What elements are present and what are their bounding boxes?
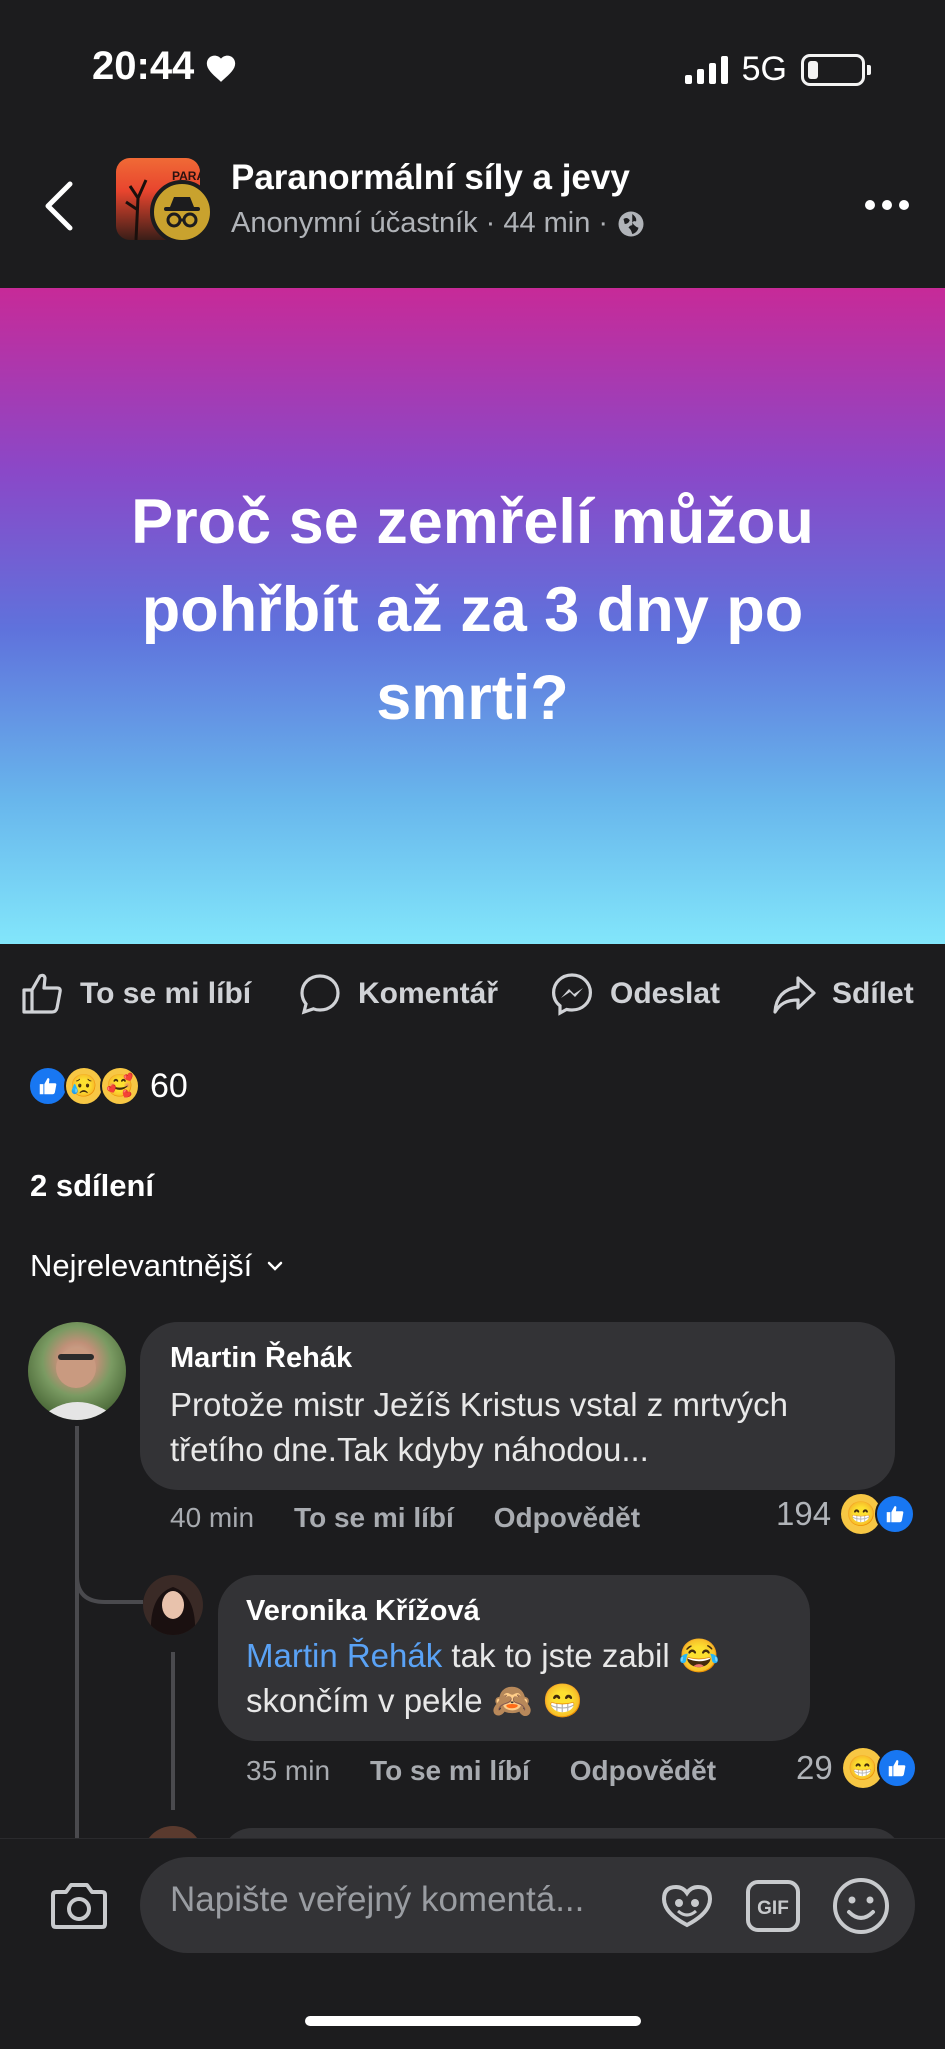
like-reaction-icon <box>875 1494 916 1534</box>
sort-label: Nejrelevantnější <box>30 1248 253 1283</box>
signal-icon <box>684 55 728 84</box>
comment-bubble[interactable]: Martin Řehák Protože mistr Ježíš Kristus… <box>140 1322 895 1490</box>
thread-line <box>171 1652 175 1810</box>
avatar[interactable] <box>143 1575 203 1635</box>
like-label: To se mi líbí <box>80 977 252 1010</box>
comment-like-button[interactable]: To se mi líbí <box>370 1755 530 1787</box>
status-indicators: 5G <box>684 50 871 89</box>
comment-time: 40 min <box>170 1502 255 1533</box>
network-label: 5G <box>741 50 787 88</box>
post-actions: To se mi líbí Komentář Odeslat Sdílet <box>0 966 945 1022</box>
more-options-icon[interactable] <box>865 200 909 210</box>
svg-text:GIF: GIF <box>757 1898 789 1919</box>
post-background: Proč se zemřelí můžou pohřbít až za 3 dn… <box>0 288 945 944</box>
comment-reaction-count: 194 <box>776 1495 832 1532</box>
anonymous-icon <box>150 180 214 244</box>
chevron-down-icon <box>268 1261 283 1271</box>
comment-author[interactable]: Martin Řehák <box>170 1342 352 1375</box>
like-reaction-icon <box>876 1748 917 1788</box>
meta-separator: · <box>485 207 496 239</box>
care-reaction-icon: 🥰 <box>100 1066 140 1106</box>
group-name[interactable]: Paranormální síly a jevy <box>231 158 630 198</box>
shares-count[interactable]: 2 sdílení <box>30 1168 154 1204</box>
avatar[interactable] <box>28 1322 126 1420</box>
meta-separator: · <box>598 207 609 239</box>
comment-text-span: tak to jste zabil 😂 <box>442 1637 720 1674</box>
comment-meta: 35 min To se mi líbí Odpovědět <box>246 1755 716 1787</box>
post-time[interactable]: 44 min <box>503 207 590 240</box>
status-time: 20:44 <box>92 44 238 89</box>
comment-text-line: skončím v pekle 🙈 😁 <box>246 1682 584 1719</box>
camera-icon[interactable] <box>50 1880 108 1930</box>
post-meta: Anonymní účastník · 44 min · <box>231 207 646 240</box>
comment-reactions[interactable]: 29 😁 <box>796 1748 917 1788</box>
comment-reply-button[interactable]: Odpovědět <box>494 1502 640 1534</box>
comment-text: Martin Řehák tak to jste zabil 😂 skončím… <box>246 1633 720 1723</box>
reaction-count: 60 <box>150 1066 188 1105</box>
post-text: Proč se zemřelí můžou pohřbít až za 3 dn… <box>131 487 814 733</box>
comment-reaction-count: 29 <box>796 1749 833 1786</box>
comment-text-line: třetího dne.Tak kdyby náhodou... <box>170 1431 649 1468</box>
send-label: Odeslat <box>610 977 721 1010</box>
mention-link[interactable]: Martin Řehák <box>246 1637 442 1674</box>
comment-bubble[interactable]: Veronika Křížová Martin Řehák tak to jst… <box>218 1575 810 1741</box>
like-button[interactable]: To se mi líbí <box>18 970 251 1018</box>
thread-line <box>75 1426 79 1838</box>
comment-input-placeholder: Napište veřejný komentá... <box>170 1880 585 1919</box>
messenger-icon <box>551 973 593 1016</box>
emoji-icon[interactable] <box>831 1876 891 1936</box>
sad-reaction-icon: 😥 <box>64 1066 104 1106</box>
back-arrow-icon[interactable] <box>40 180 80 232</box>
comment-label: Komentář <box>358 977 499 1010</box>
share-button[interactable]: Sdílet <box>770 970 914 1018</box>
comment-text-line: Protože mistr Ježíš Kristus vstal z mrtv… <box>170 1386 788 1423</box>
comment-icon <box>300 974 340 1015</box>
comment-text-line: Martin Řehák tak to jste zabil 😂 <box>246 1633 720 1678</box>
author-name[interactable]: Anonymní účastník <box>231 207 478 240</box>
home-indicator[interactable] <box>305 2016 641 2026</box>
share-icon <box>773 976 816 1014</box>
comment-author[interactable]: Veronika Křížová <box>246 1595 480 1628</box>
send-button[interactable]: Odeslat <box>548 970 720 1018</box>
reactions-summary[interactable]: 😥 🥰 60 <box>28 1066 188 1106</box>
battery-icon <box>801 53 871 86</box>
gif-icon[interactable]: GIF <box>745 1879 801 1933</box>
comment-reply-button[interactable]: Odpovědět <box>570 1755 716 1787</box>
share-label: Sdílet <box>832 977 914 1010</box>
globe-icon <box>618 211 644 236</box>
heart-icon <box>207 55 236 82</box>
like-reaction-icon <box>28 1066 68 1106</box>
comment-text: Protože mistr Ježíš Kristus vstal z mrtv… <box>170 1382 788 1472</box>
thumbs-up-icon <box>22 973 62 1014</box>
comment-button[interactable]: Komentář <box>296 970 498 1018</box>
comment-sort-dropdown[interactable]: Nejrelevantnější <box>30 1248 284 1284</box>
reply-connector <box>75 1540 143 1604</box>
comment-meta: 40 min To se mi líbí Odpovědět <box>170 1502 640 1534</box>
avatar-sticker-icon[interactable] <box>660 1881 714 1931</box>
comment-like-button[interactable]: To se mi líbí <box>294 1502 454 1534</box>
comment-time: 35 min <box>246 1755 331 1786</box>
comment-reactions[interactable]: 194 😁 <box>776 1494 916 1534</box>
